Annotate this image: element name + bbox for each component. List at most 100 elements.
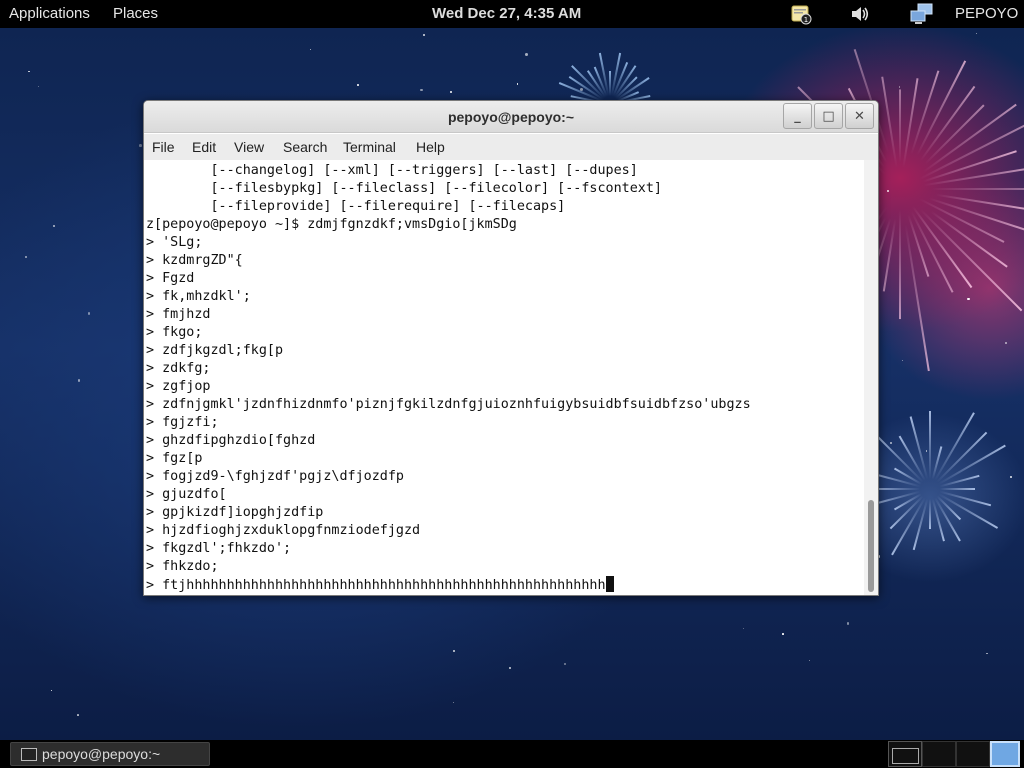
terminal-line: > hjzdfioghjzxduklopgfnmziodefjgzd xyxy=(146,523,421,538)
terminal-line: > fhkzdo; xyxy=(146,559,219,574)
terminal-line: > gjuzdfo[ xyxy=(146,487,227,502)
menu-edit[interactable]: Edit xyxy=(192,139,216,155)
star-sparkle xyxy=(966,297,970,301)
workspace-switcher xyxy=(888,741,1020,767)
star-sparkle xyxy=(88,312,91,315)
terminal-scrollbar[interactable] xyxy=(864,160,878,595)
star-sparkle xyxy=(139,144,142,147)
bottom-panel: pepoyo@pepoyo:~ xyxy=(0,740,1024,768)
terminal-line: > fgz[p xyxy=(146,451,203,466)
terminal-line: > zgfjop xyxy=(146,379,211,394)
window-title: pepoyo@pepoyo:~ xyxy=(447,109,575,125)
menu-search[interactable]: Search xyxy=(283,139,327,155)
star-sparkle xyxy=(76,713,79,716)
star-sparkle xyxy=(453,701,455,703)
star-sparkle xyxy=(986,652,989,655)
star-sparkle xyxy=(38,85,40,87)
notification-icon[interactable]: 1 xyxy=(790,3,812,25)
text-cursor xyxy=(605,576,614,592)
user-menu[interactable]: PEPOYO xyxy=(955,5,1018,22)
applications-menu[interactable]: Applications xyxy=(9,5,90,22)
minimize-button[interactable]: _ xyxy=(783,103,812,129)
volume-icon[interactable] xyxy=(849,3,871,25)
terminal-output[interactable]: [--changelog] [--xml] [--triggers] [--la… xyxy=(144,160,866,595)
firework-ray xyxy=(899,89,901,163)
star-sparkle xyxy=(743,628,745,630)
star-sparkle xyxy=(420,88,423,92)
star-sparkle xyxy=(28,70,30,73)
star-sparkle xyxy=(357,84,359,86)
menubar: File Edit View Search Terminal Help xyxy=(144,134,878,160)
star-sparkle xyxy=(901,359,904,362)
workspace-2[interactable] xyxy=(922,741,956,767)
star-sparkle xyxy=(516,83,519,86)
firework-ray xyxy=(935,193,1024,211)
star-sparkle xyxy=(1005,342,1007,344)
star-sparkle xyxy=(524,52,528,56)
star-sparkle xyxy=(975,32,978,35)
terminal-line: > fkgzdl';fhkzdo'; xyxy=(146,541,292,556)
star-sparkle xyxy=(898,86,900,88)
menu-terminal[interactable]: Terminal xyxy=(343,139,396,155)
star-sparkle xyxy=(78,379,81,382)
terminal-line: [--fileprovide] [--filerequire] [--filec… xyxy=(146,199,566,214)
firework-ray xyxy=(940,488,976,490)
star-sparkle xyxy=(809,659,811,662)
terminal-window[interactable]: pepoyo@pepoyo:~ _ □ ✕ File Edit View Sea… xyxy=(143,100,879,596)
window-controls: _ □ ✕ xyxy=(781,103,874,129)
terminal-line: > zdkfg; xyxy=(146,361,211,376)
taskbar-window-label: pepoyo@pepoyo:~ xyxy=(42,746,161,762)
firework-ray xyxy=(899,210,901,319)
firework-ray xyxy=(929,499,931,529)
workspace-window-thumbnail xyxy=(892,748,919,764)
workspace-3[interactable] xyxy=(956,741,990,767)
close-icon: ✕ xyxy=(854,108,865,124)
star-sparkle xyxy=(452,650,455,653)
terminal-line: > zdfjkgzdl;fkg[p xyxy=(146,343,284,358)
terminal-line: > fgjzfi; xyxy=(146,415,219,430)
terminal-line: > fkgo; xyxy=(146,325,203,340)
star-sparkle xyxy=(51,690,53,692)
star-sparkle xyxy=(781,633,784,635)
terminal-line: > ghzdfipghzdio[fghzd xyxy=(146,433,316,448)
svg-text:1: 1 xyxy=(804,16,808,24)
workspace-4[interactable] xyxy=(990,741,1020,767)
clock[interactable]: Wed Dec 27, 4:35 AM xyxy=(432,5,581,22)
star-sparkle xyxy=(886,190,890,193)
close-button[interactable]: ✕ xyxy=(845,103,874,129)
menu-view[interactable]: View xyxy=(234,139,264,155)
star-sparkle xyxy=(1009,475,1012,478)
top-panel: Applications Places Wed Dec 27, 4:35 AM … xyxy=(0,0,1024,28)
terminal-line: > kzdmrgZD"{ xyxy=(146,253,243,268)
star-sparkle xyxy=(24,256,27,259)
minimize-icon: _ xyxy=(794,108,801,124)
maximize-button[interactable]: □ xyxy=(814,103,843,129)
window-titlebar[interactable]: pepoyo@pepoyo:~ _ □ ✕ xyxy=(144,101,878,133)
terminal-line: > Fgzd xyxy=(146,271,195,286)
terminal-line: > 'SLg; xyxy=(146,235,203,250)
star-sparkle xyxy=(564,662,567,665)
network-icon[interactable] xyxy=(910,3,933,25)
star-sparkle xyxy=(310,48,312,51)
terminal-window-icon xyxy=(21,748,37,761)
maximize-icon: □ xyxy=(822,108,835,124)
workspace-1[interactable] xyxy=(888,741,922,767)
firework-ray xyxy=(929,410,931,479)
star-sparkle xyxy=(925,450,928,453)
terminal-line: > ftjhhhhhhhhhhhhhhhhhhhhhhhhhhhhhhhhhhh… xyxy=(146,576,614,594)
terminal-line: [--filesbypkg] [--fileclass] [--filecolo… xyxy=(146,181,662,196)
taskbar-window-button[interactable]: pepoyo@pepoyo:~ xyxy=(10,742,210,766)
places-menu[interactable]: Places xyxy=(113,5,158,22)
star-sparkle xyxy=(847,622,850,625)
terminal-line: > gpjkizdf]iopghjzdfip xyxy=(146,505,324,520)
terminal-line: > fmjhzd xyxy=(146,307,211,322)
terminal-line: [--changelog] [--xml] [--triggers] [--la… xyxy=(146,163,638,178)
menu-file[interactable]: File xyxy=(152,139,175,155)
star-sparkle xyxy=(53,225,56,228)
star-sparkle xyxy=(508,667,512,670)
menu-help[interactable]: Help xyxy=(416,139,445,155)
terminal-line: > zdfnjgmkl'jzdnfhizdnmfo'piznjfgkilzdnf… xyxy=(146,397,751,412)
star-sparkle xyxy=(422,33,425,36)
scrollbar-thumb[interactable] xyxy=(868,500,874,592)
firework-ray xyxy=(938,444,1006,485)
